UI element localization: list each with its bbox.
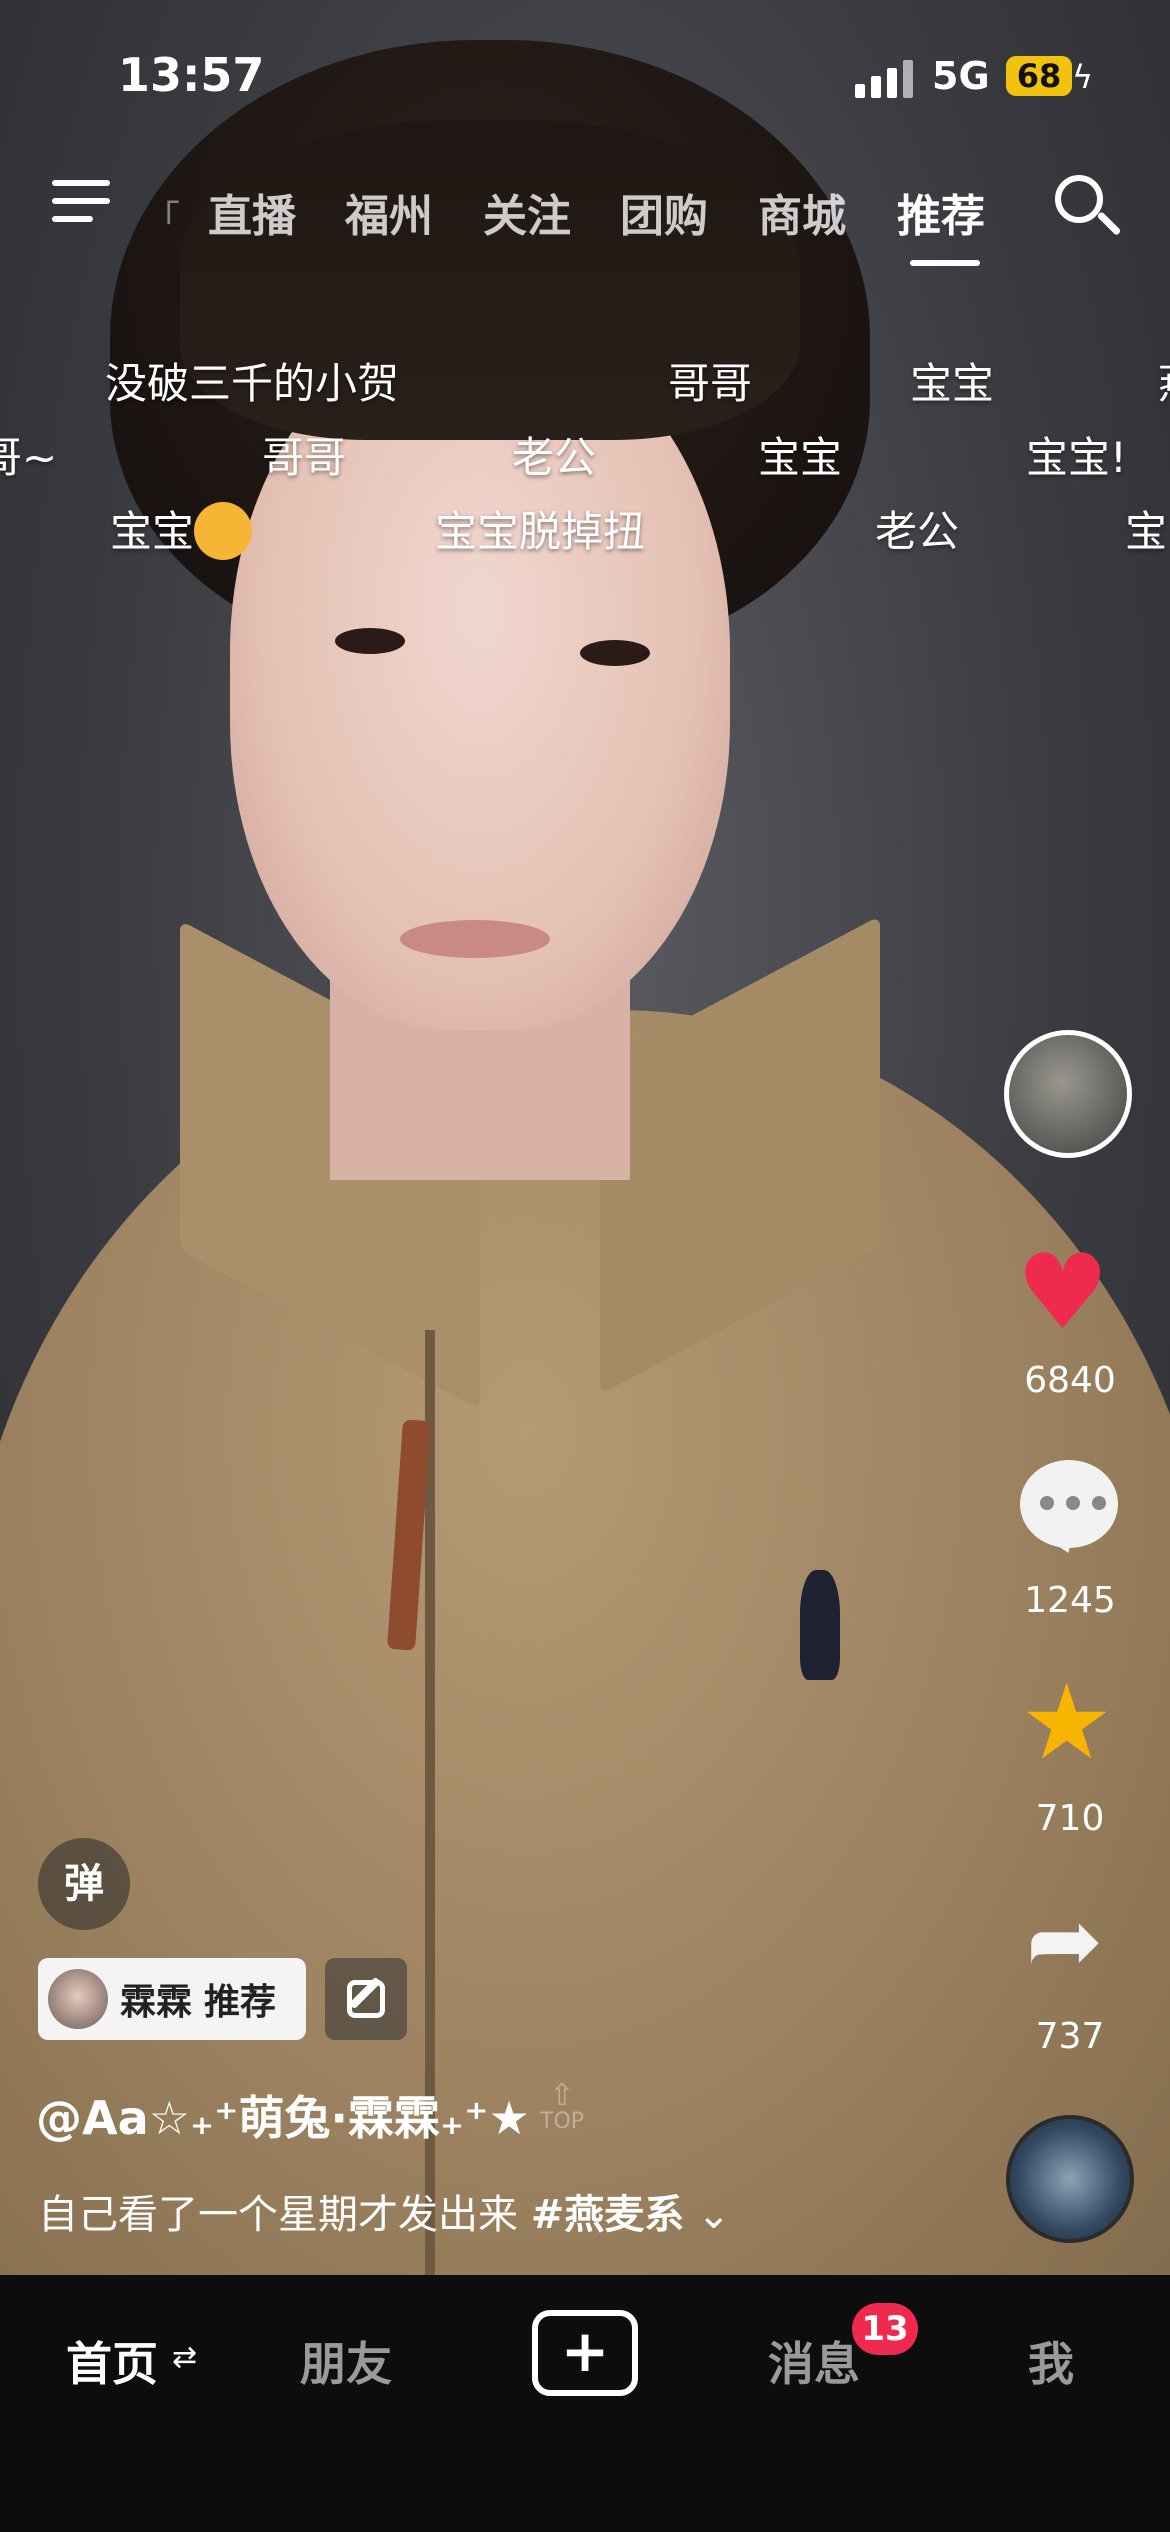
danmaku-item: 没破三千的小贺 <box>105 359 400 408</box>
battery-icon: 68 <box>1006 56 1072 96</box>
status-bar: 13:57 5G 68 ϟ <box>0 0 1170 150</box>
share-icon[interactable]: ➦ <box>1026 1895 1103 1987</box>
tab-edge-fragment: 「 <box>144 199 181 240</box>
author-name[interactable]: @Aa☆₊⁺萌兔·霖霖₊⁺★ <box>36 2082 530 2148</box>
tab-group-buy[interactable]: 团购 <box>620 180 708 244</box>
edit-button[interactable] <box>325 1958 407 2040</box>
heart-icon[interactable]: ♥ <box>1016 1240 1109 1344</box>
tab-local[interactable]: 福州 <box>345 180 433 244</box>
swap-icon[interactable]: ⇄ <box>172 2340 197 2375</box>
recommend-chip[interactable]: 霖霖 推荐 <box>38 1958 306 2040</box>
comment-count: 1245 <box>1024 1580 1116 1621</box>
charging-icon: ϟ <box>1072 58 1094 96</box>
share-count: 737 <box>1035 2016 1105 2057</box>
eye-right <box>580 640 650 666</box>
danmaku-item: 哥哥 <box>262 433 347 482</box>
status-time: 13:57 <box>118 48 265 102</box>
hashtag-link[interactable]: #燕麦系 <box>531 2192 685 2238</box>
search-icon[interactable] <box>1055 175 1103 223</box>
danmaku-item: 宝宝 <box>910 359 995 408</box>
eye-left <box>335 628 405 654</box>
like-count: 6840 <box>1024 1360 1116 1401</box>
danmaku-item: 宝宝 <box>758 433 843 482</box>
up-arrow-icon: ⇧ <box>549 2078 575 2113</box>
lips <box>400 920 550 958</box>
danmaku-item: 宝宝! <box>1026 433 1127 482</box>
nav-friends[interactable]: 朋友 <box>300 2328 392 2394</box>
tab-mall[interactable]: 商城 <box>758 180 846 244</box>
comment-dots <box>1040 1496 1106 1510</box>
create-button[interactable]: + <box>532 2310 638 2396</box>
nav-me[interactable]: 我 <box>1028 2328 1074 2394</box>
danmaku-item: 老公 <box>512 433 597 482</box>
top-badge: ⇧ TOP <box>540 2078 585 2134</box>
messages-badge: 13 <box>852 2303 918 2355</box>
tab-live[interactable]: 直播 <box>208 180 296 244</box>
danmaku-text: 宝宝 <box>110 507 195 556</box>
tab-following[interactable]: 关注 <box>483 180 571 244</box>
danmaku-item: 哥哥 <box>668 359 753 408</box>
danmaku-item: 宝宝 <box>110 498 253 564</box>
recommender-avatar <box>48 1969 108 2029</box>
danmaku-item: 宝 <box>1125 507 1168 556</box>
creator-avatar[interactable] <box>1004 1030 1132 1158</box>
yawn-emoji-icon <box>194 501 253 560</box>
caption-text: 自己看了一个星期才发出来 <box>38 2192 518 2238</box>
nav-home[interactable]: 首页 <box>66 2328 158 2394</box>
danmaku-item: 燕 <box>1158 350 1170 411</box>
danmaku-toggle-button[interactable]: 弹 <box>38 1838 130 1930</box>
video-frame[interactable] <box>0 0 1170 2275</box>
star-icon[interactable]: ★ <box>1020 1670 1113 1774</box>
logo-emblem <box>800 1570 840 1680</box>
nav-messages[interactable]: 消息 <box>768 2328 860 2394</box>
signal-icon <box>855 58 915 98</box>
danmaku-item: 宝宝脱掉扭 <box>435 507 646 556</box>
recommend-label: 推荐 <box>204 1982 277 2023</box>
favorite-count: 710 <box>1035 1798 1105 1839</box>
top-badge-label: TOP <box>540 2109 585 2134</box>
active-tab-indicator <box>910 260 980 266</box>
chevron-down-icon[interactable]: ⌄ <box>697 2192 731 2238</box>
recommender-name: 霖霖 <box>120 1982 193 2023</box>
danmaku-item: 老公 <box>875 507 960 556</box>
menu-icon[interactable] <box>52 180 110 230</box>
tab-recommend[interactable]: 推荐 <box>897 180 985 244</box>
danmaku-item: 哥~ <box>0 433 58 482</box>
post-caption[interactable]: 自己看了一个星期才发出来 #燕麦系 ⌄ <box>38 2182 730 2240</box>
network-label: 5G <box>932 54 990 98</box>
music-disc[interactable] <box>1006 2115 1134 2243</box>
